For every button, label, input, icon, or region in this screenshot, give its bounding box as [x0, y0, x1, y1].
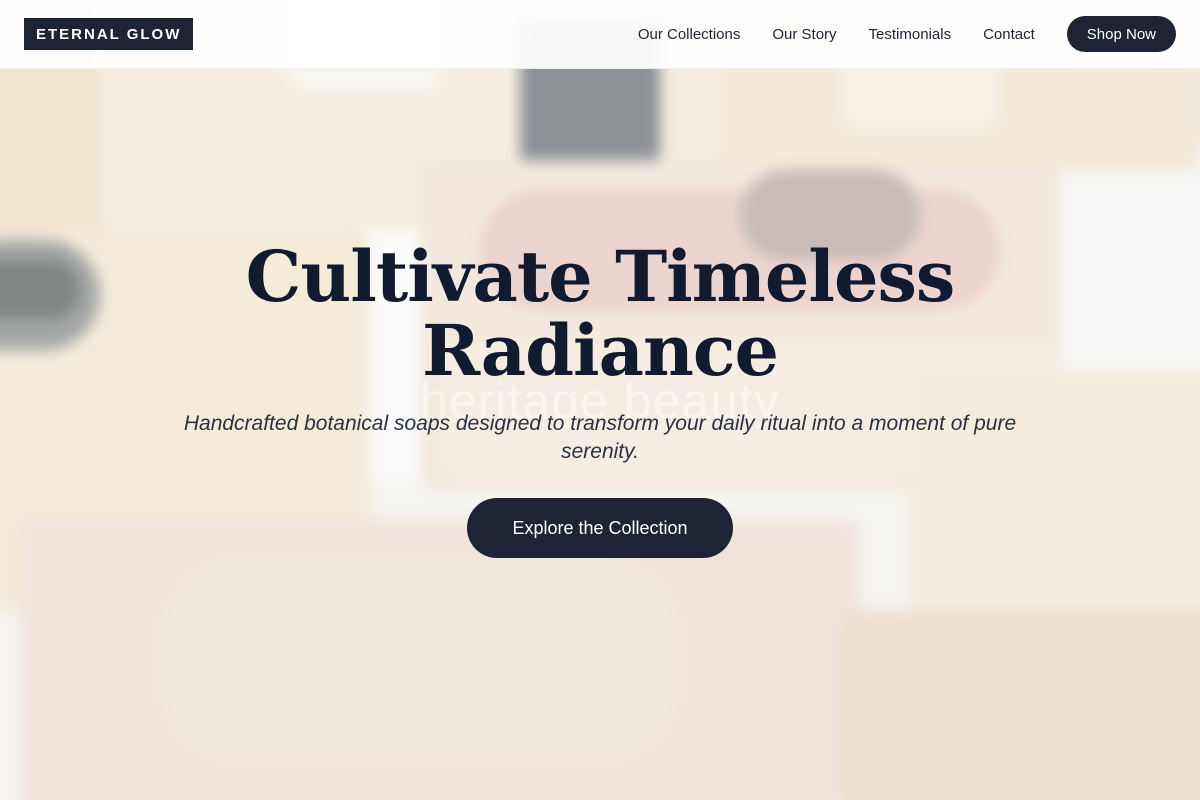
- nav-link-our-story[interactable]: Our Story: [772, 26, 836, 43]
- explore-collection-button[interactable]: Explore the Collection: [467, 498, 733, 558]
- shop-now-button[interactable]: Shop Now: [1066, 16, 1176, 52]
- hero-title: Cultivate Timeless Radiance: [0, 240, 1200, 388]
- logo[interactable]: ETERNAL GLOW: [24, 18, 194, 50]
- hero-section: Cultivate Timeless Radiance heritage bea…: [0, 0, 1200, 800]
- hero-title-line-1: Cultivate Timeless: [245, 235, 956, 318]
- main-nav: Our Collections Our Story Testimonials C…: [638, 16, 1176, 52]
- nav-link-testimonials[interactable]: Testimonials: [869, 26, 952, 43]
- hero-subtitle-line-1: Handcrafted botanical soaps designed to …: [183, 412, 1017, 435]
- nav-link-our-collections[interactable]: Our Collections: [638, 26, 741, 43]
- hero-subtitle-line-2: serenity.: [561, 440, 639, 463]
- hero-subtitle: Handcrafted botanical soaps designed to …: [170, 410, 1030, 466]
- site-header: ETERNAL GLOW Our Collections Our Story T…: [0, 0, 1200, 69]
- nav-link-contact[interactable]: Contact: [983, 26, 1035, 43]
